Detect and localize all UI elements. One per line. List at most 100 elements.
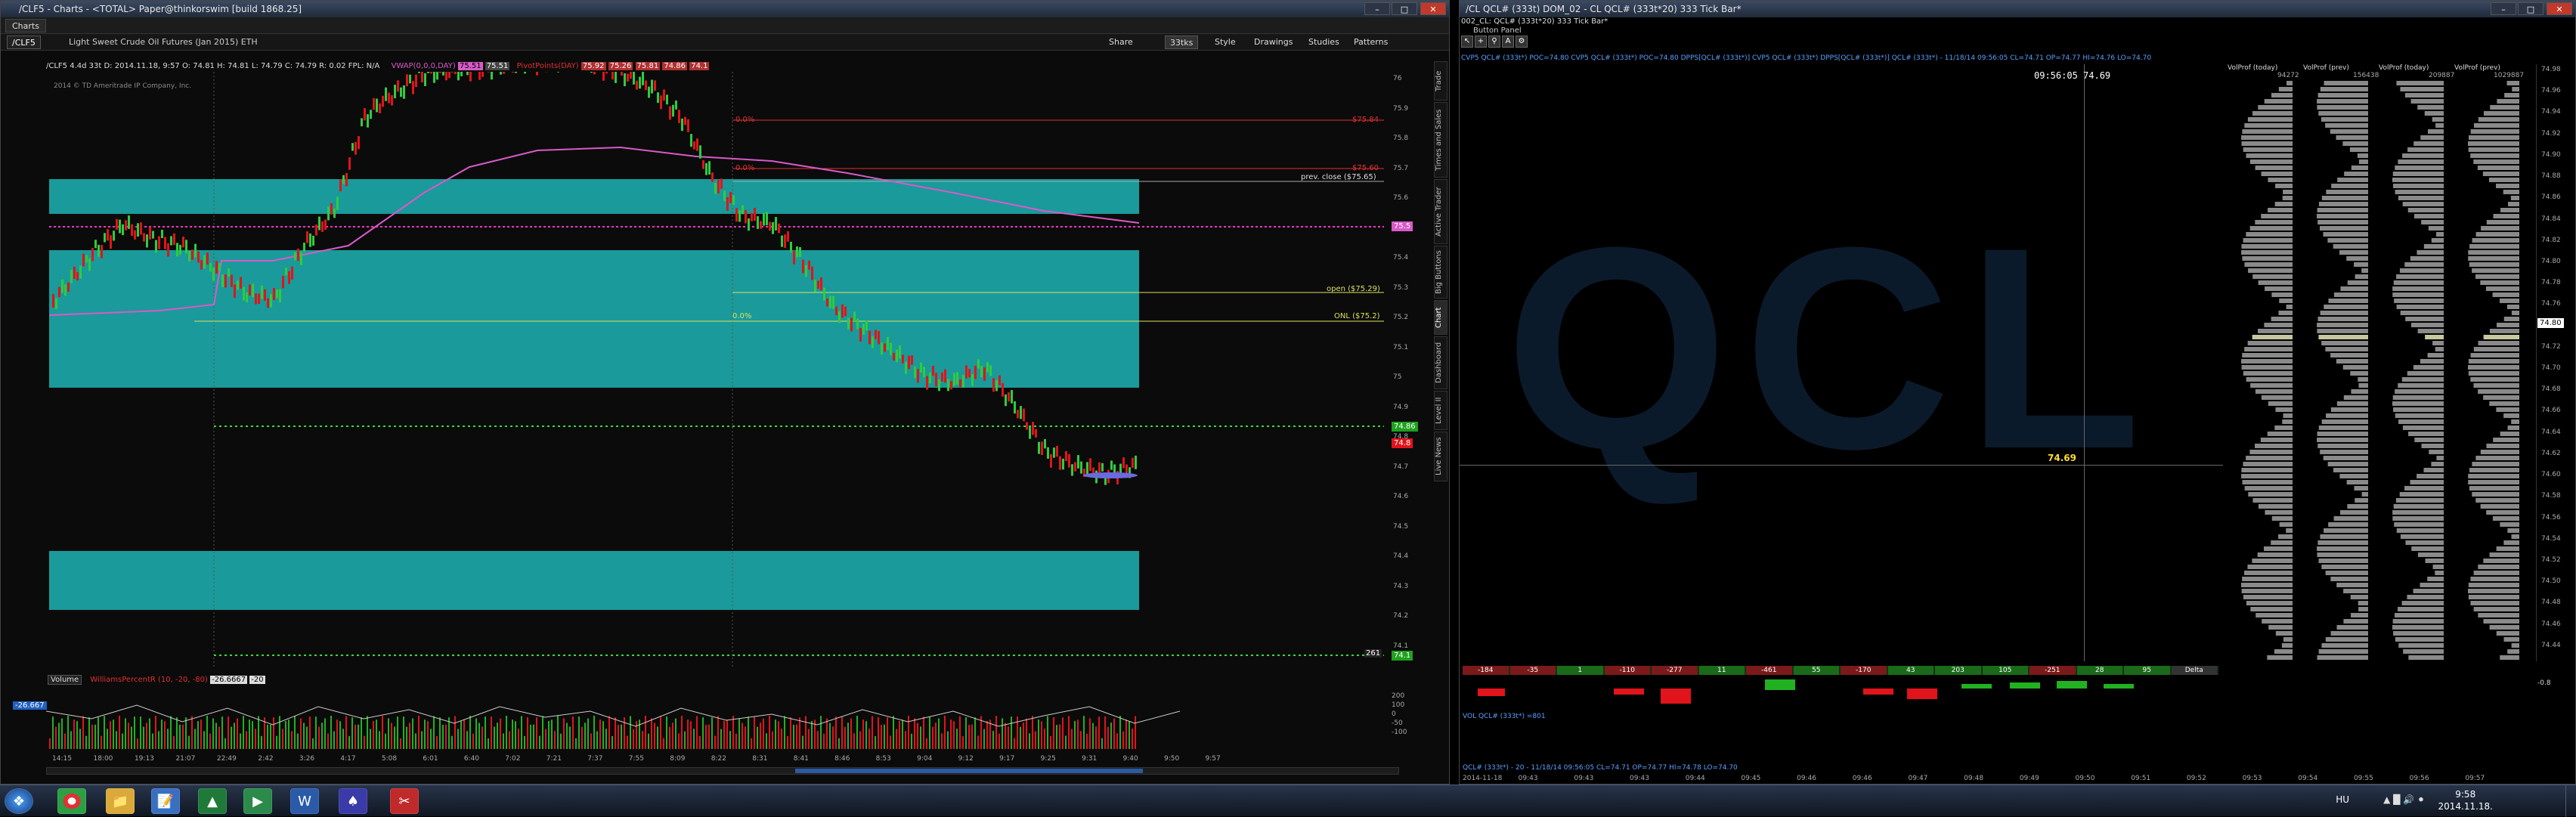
- volume-chart[interactable]: [46, 689, 1399, 757]
- volume-bar: [551, 720, 553, 749]
- footprint-maximize-button[interactable]: □: [2518, 2, 2543, 15]
- maximize-button[interactable]: □: [1392, 2, 1417, 15]
- clock[interactable]: 9:58 2014.11.18.: [2438, 788, 2493, 812]
- volprof-bar: [2322, 419, 2368, 424]
- candle: [908, 356, 910, 370]
- volprof-bar: [2473, 159, 2519, 164]
- side-tab-live-news[interactable]: Live News: [1434, 432, 1447, 481]
- volume-bar: [742, 723, 743, 749]
- minimize-button[interactable]: –: [1364, 2, 1390, 15]
- footprint-minimize-button[interactable]: –: [2491, 2, 2516, 15]
- drawings-button[interactable]: Drawings: [1249, 36, 1297, 49]
- volume-bar: [714, 736, 716, 749]
- close-button[interactable]: ✕: [1420, 2, 1446, 15]
- candle: [391, 95, 393, 106]
- volprof-bar: [2361, 268, 2368, 273]
- volprof-bar: [2321, 643, 2368, 648]
- side-tab-dashboard[interactable]: Dashboard: [1434, 336, 1447, 389]
- volume-bar: [850, 719, 852, 749]
- williams-label[interactable]: WilliamsPercentR (10, -20, -80): [90, 676, 208, 684]
- footprint-close-button[interactable]: ✕: [2547, 2, 2572, 15]
- volume-bar: [137, 738, 138, 749]
- right-price-scale[interactable]: 74.9874.9674.9474.9274.9074.8874.8674.84…: [2536, 64, 2575, 661]
- price-chart[interactable]: [46, 72, 1399, 669]
- volprof-bar: [2395, 389, 2444, 394]
- share-button[interactable]: Share: [1104, 36, 1138, 49]
- volprof-bar: [2500, 432, 2519, 436]
- volume-bar: [684, 732, 686, 749]
- time-tick: 4:17: [340, 755, 355, 763]
- side-tab-times-sales[interactable]: Times and Sales: [1434, 102, 1447, 178]
- candle: [814, 280, 816, 292]
- volume-bar: [1017, 716, 1018, 749]
- volume-bar: [657, 726, 658, 749]
- volprof-bar: [2344, 172, 2368, 176]
- candle: [748, 218, 750, 231]
- volume-profile-panel[interactable]: VolProf (today) VolProf (prev) VolProf (…: [2225, 64, 2534, 661]
- candle: [645, 81, 647, 91]
- volprof-bar: [2317, 214, 2368, 218]
- ninja-icon[interactable]: ♠: [339, 788, 367, 814]
- time-tick: 7:21: [546, 755, 562, 763]
- trading-app-icon[interactable]: ▶: [243, 788, 272, 814]
- notepad-icon[interactable]: 📝: [151, 788, 180, 814]
- thinkorswim-icon[interactable]: ▲: [198, 788, 227, 814]
- volume-bar: [421, 732, 423, 749]
- symbol-box[interactable]: /CLF5: [7, 36, 41, 49]
- volume-bar: [772, 732, 773, 749]
- volume-bar: [660, 716, 661, 749]
- style-button[interactable]: Style: [1210, 36, 1240, 49]
- volprof-total-4: 1029887: [2494, 72, 2524, 79]
- volume-label[interactable]: Volume: [48, 675, 82, 685]
- patterns-button[interactable]: Patterns: [1349, 36, 1392, 49]
- explorer-icon[interactable]: 📁: [106, 788, 135, 814]
- volume-bar: [252, 721, 253, 749]
- volprof-bar: [2339, 474, 2368, 478]
- chart-scrollbar[interactable]: [46, 767, 1399, 775]
- candle: [342, 175, 345, 184]
- price-scale[interactable]: 7675.975.875.775.675.575.475.375.275.175…: [1390, 72, 1420, 669]
- right-price-tick: 74.62: [2541, 450, 2561, 457]
- volume-bar: [82, 716, 84, 749]
- chart-window-titlebar[interactable]: /CLF5 - Charts - <TOTAL> Paper@thinkorsw…: [1, 1, 1449, 17]
- volume-bar: [76, 721, 78, 749]
- start-button[interactable]: ❖: [5, 788, 33, 814]
- side-tab-chart[interactable]: Chart: [1434, 300, 1447, 335]
- word-icon[interactable]: W: [290, 788, 319, 814]
- candle: [754, 208, 756, 221]
- volprof-bar: [2397, 305, 2444, 309]
- right-price-tick: 74.82: [2541, 237, 2561, 244]
- volprof-bar: [2408, 208, 2444, 212]
- volume-bar: [294, 716, 296, 749]
- side-tab-trade[interactable]: Trade: [1434, 61, 1447, 101]
- volprof-bar: [2317, 208, 2368, 212]
- chrome-icon[interactable]: [57, 788, 86, 814]
- volprof-bar: [2320, 534, 2368, 539]
- candle: [1026, 422, 1028, 430]
- side-tab-big-buttons[interactable]: Big Buttons: [1434, 246, 1447, 299]
- volume-bar: [536, 717, 537, 749]
- scrollbar-thumb[interactable]: [795, 769, 1143, 773]
- footprint-time-axis[interactable]: 2014-11-1809:4309:4309:4309:4409:4509:46…: [1463, 775, 2536, 784]
- volume-bar: [896, 729, 897, 749]
- volume-bar: [512, 720, 513, 749]
- time-axis[interactable]: 14:1518:0019:1321:0722:492:423:264:175:0…: [46, 755, 1399, 766]
- show-desktop-button[interactable]: [2565, 785, 2576, 817]
- candle: [911, 355, 913, 364]
- volume-bar: [696, 716, 698, 749]
- candle: [793, 251, 795, 265]
- snipping-icon[interactable]: ✂: [390, 788, 419, 814]
- side-tab-active-trader[interactable]: Active Trader: [1434, 179, 1447, 244]
- candle: [161, 230, 163, 238]
- candle: [143, 233, 145, 241]
- studies-button[interactable]: Studies: [1304, 36, 1344, 49]
- tab-charts[interactable]: Charts: [5, 19, 46, 32]
- side-tab-level2[interactable]: Level II: [1434, 391, 1447, 430]
- volume-bar: [596, 732, 598, 749]
- language-indicator[interactable]: HU: [2336, 794, 2349, 805]
- candle: [1119, 464, 1122, 474]
- volume-bar: [938, 719, 940, 749]
- volprof-bar: [2426, 559, 2444, 563]
- timeframe-selector[interactable]: 33tks: [1165, 36, 1198, 49]
- candle: [657, 92, 659, 103]
